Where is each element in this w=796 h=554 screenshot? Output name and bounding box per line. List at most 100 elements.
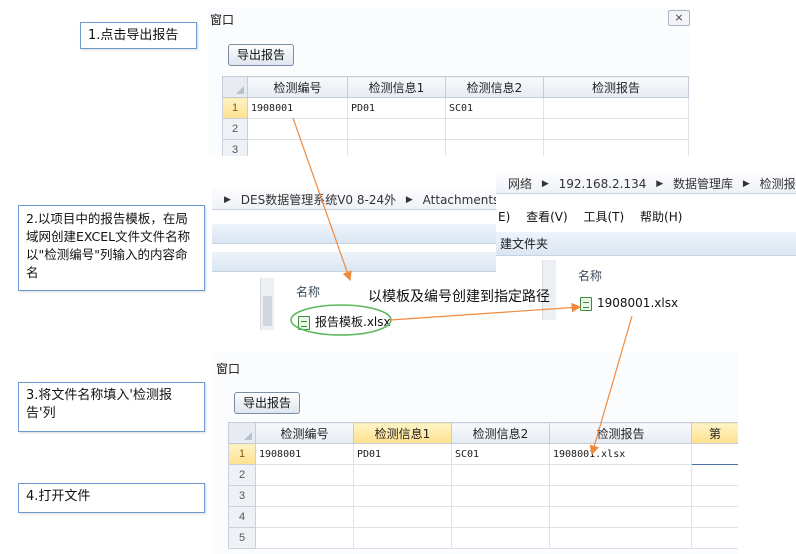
left-toolbar: [212, 224, 498, 244]
col-header[interactable]: 检测信息1: [347, 76, 446, 98]
grid-corner[interactable]: [228, 422, 256, 444]
menu-view[interactable]: 查看(V): [526, 210, 568, 224]
name-column-header[interactable]: 名称: [296, 283, 320, 300]
chevron-right-icon: ▶: [405, 194, 413, 205]
grid-cell[interactable]: [353, 485, 452, 507]
grid-cell[interactable]: [549, 506, 692, 528]
grid-cell[interactable]: [255, 506, 354, 528]
grid-cell[interactable]: [451, 527, 550, 549]
top-window: 窗口 ⨯ 导出报告 检测编号 检测信息1 检测信息2 检测报告 1 190800…: [208, 8, 690, 156]
col-header[interactable]: 检测报告: [549, 422, 692, 444]
row-number[interactable]: 3: [222, 139, 248, 156]
col-header[interactable]: 检测信息1: [353, 422, 452, 444]
grid-cell[interactable]: [451, 464, 550, 486]
annotation-text: 以模板及编号创建到指定路径: [368, 289, 550, 305]
grid-cell[interactable]: [543, 97, 689, 119]
template-file[interactable]: 报告模板.xlsx: [298, 313, 391, 330]
chevron-right-icon: ▶: [742, 178, 750, 189]
grid-cell[interactable]: SC01: [445, 97, 544, 119]
close-button[interactable]: ⨯: [668, 10, 690, 26]
table-row: 2: [222, 118, 689, 140]
excel-file-icon: [580, 296, 592, 311]
name-column-header[interactable]: 名称: [578, 267, 602, 284]
grid-cell[interactable]: [543, 118, 689, 140]
row-number[interactable]: 5: [228, 527, 256, 549]
grid-cell[interactable]: [347, 139, 446, 156]
export-report-button[interactable]: 导出报告: [234, 392, 301, 414]
excel-file-icon: [298, 315, 310, 330]
breadcrumb-item[interactable]: 192.168.2.134: [559, 173, 647, 195]
grid-header-row: 检测编号 检测信息1 检测信息2 检测报告: [222, 76, 689, 98]
grid-cell[interactable]: [445, 118, 544, 140]
grid-cell[interactable]: 1908001.xlsx: [549, 443, 692, 465]
grid-cell[interactable]: [451, 506, 550, 528]
grid-cell[interactable]: [353, 464, 452, 486]
table-row: 2: [228, 464, 738, 486]
grid-cell[interactable]: [549, 464, 692, 486]
template-explorer: ▶ DES数据管理系统V0 8-24外 ▶ Attachments 名称 报告模…: [212, 182, 498, 330]
grid-cell[interactable]: SC01: [451, 443, 550, 465]
grid-cell[interactable]: [353, 506, 452, 528]
col-header[interactable]: 检测编号: [247, 76, 348, 98]
grid-cell[interactable]: 1908001: [255, 443, 354, 465]
col-header[interactable]: 检测信息2: [445, 76, 544, 98]
step-1-box: 1.点击导出报告: [80, 22, 197, 49]
export-report-button[interactable]: 导出报告: [228, 44, 295, 66]
grid-cell[interactable]: 1908001: [247, 97, 348, 119]
menu-tools[interactable]: 工具(T): [584, 210, 625, 224]
grid-cell[interactable]: [445, 139, 544, 156]
grid-cell[interactable]: PD01: [347, 97, 446, 119]
row-number[interactable]: 4: [228, 506, 256, 528]
row-number[interactable]: 1: [222, 97, 248, 119]
grid-header-row: 检测编号 检测信息1 检测信息2 检测报告 第: [228, 422, 738, 444]
grid-cell[interactable]: [543, 139, 689, 156]
step-4-box: 4.打开文件: [18, 483, 205, 513]
grid-cell[interactable]: [691, 464, 738, 486]
breadcrumb-item[interactable]: 数据管理库: [673, 173, 733, 195]
new-folder-button[interactable]: 建文件夹: [500, 237, 548, 251]
row-number[interactable]: 2: [222, 118, 248, 140]
grid-cell[interactable]: [247, 139, 348, 156]
col-header[interactable]: 检测编号: [255, 422, 354, 444]
grid-cell[interactable]: [255, 464, 354, 486]
top-data-grid: 检测编号 检测信息1 检测信息2 检测报告 1 1908001 PD01 SC0…: [222, 76, 689, 156]
chevron-right-icon: ▶: [656, 178, 664, 189]
table-row: 4: [228, 506, 738, 528]
step-3-box: 3.将文件名称填入'检测报告'列: [18, 382, 205, 432]
step-2-text: 2.以项目中的报告模板，在局域网创建EXCEL文件文件名称以"检测编号"列输入的…: [26, 211, 191, 280]
grid-cell[interactable]: [691, 506, 738, 528]
breadcrumb-item[interactable]: 检测报告: [760, 173, 796, 195]
row-number[interactable]: 3: [228, 485, 256, 507]
row-number[interactable]: 1: [228, 443, 256, 465]
breadcrumb-item[interactable]: 网络: [508, 173, 532, 195]
top-window-title: 窗口: [210, 13, 235, 27]
breadcrumb-item[interactable]: Attachments: [423, 189, 498, 211]
right-address-bar[interactable]: 网络 ▶ 192.168.2.134 ▶ 数据管理库 ▶ 检测报告: [496, 172, 796, 194]
grid-cell[interactable]: [691, 485, 738, 507]
created-file[interactable]: 1908001.xlsx: [580, 296, 678, 311]
menu-help[interactable]: 帮助(H): [640, 210, 682, 224]
grid-cell[interactable]: [255, 485, 354, 507]
grid-cell[interactable]: [549, 527, 692, 549]
col-header[interactable]: 检测信息2: [451, 422, 550, 444]
right-toolbar: 建文件夹: [496, 232, 796, 256]
left-address-bar[interactable]: ▶ DES数据管理系统V0 8-24外 ▶ Attachments: [212, 188, 498, 210]
col-header[interactable]: 检测报告: [543, 76, 689, 98]
table-row: 3: [222, 139, 689, 156]
grid-cell[interactable]: [255, 527, 354, 549]
grid-cell[interactable]: [347, 118, 446, 140]
grid-cell[interactable]: [353, 527, 452, 549]
grid-cell[interactable]: [247, 118, 348, 140]
left-scrollbar[interactable]: [260, 278, 274, 330]
col-header[interactable]: 第: [691, 422, 738, 444]
chevron-right-icon: ▶: [224, 194, 231, 205]
breadcrumb-item[interactable]: DES数据管理系统V0 8-24外: [241, 189, 396, 211]
menu-edit[interactable]: E): [498, 210, 510, 224]
grid-cell-active[interactable]: [691, 443, 738, 465]
row-number[interactable]: 2: [228, 464, 256, 486]
grid-cell[interactable]: PD01: [353, 443, 452, 465]
grid-cell[interactable]: [691, 527, 738, 549]
grid-corner[interactable]: [222, 76, 248, 98]
grid-cell[interactable]: [549, 485, 692, 507]
grid-cell[interactable]: [451, 485, 550, 507]
